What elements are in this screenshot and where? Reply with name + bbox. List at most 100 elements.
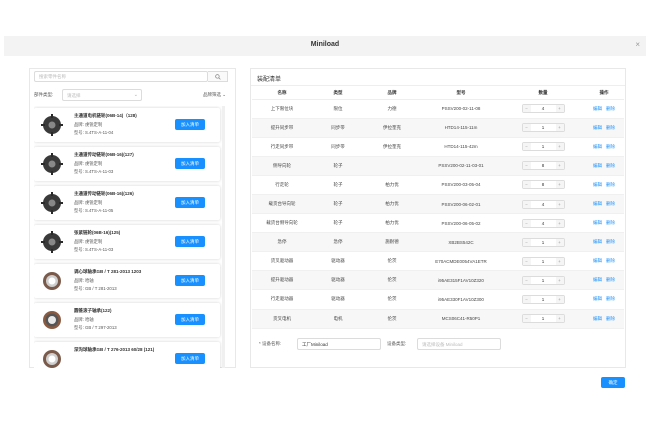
row-model: HTD14-115-11m [420, 118, 502, 138]
edit-link[interactable]: 编辑 [593, 163, 602, 168]
row-actions: 编辑 删除 [584, 156, 624, 176]
minus-icon[interactable]: − [522, 315, 531, 323]
delete-link[interactable]: 删除 [606, 144, 615, 149]
edit-link[interactable]: 编辑 [593, 258, 602, 263]
minus-icon[interactable]: − [522, 124, 531, 132]
edit-link[interactable]: 编辑 [593, 201, 602, 206]
delete-link[interactable]: 删除 [606, 258, 615, 263]
delete-link[interactable]: 删除 [606, 239, 615, 244]
delete-link[interactable]: 删除 [606, 163, 615, 168]
delete-link[interactable]: 删除 [606, 316, 615, 321]
part-type-select[interactable]: 请选择 ⌄ [62, 89, 142, 101]
quantity-stepper[interactable]: − 4 + [521, 218, 565, 228]
modal-title: Miniload [310, 41, 340, 48]
minus-icon[interactable]: − [522, 238, 531, 246]
quantity-stepper[interactable]: − 8 + [521, 180, 565, 190]
quantity-stepper[interactable]: − 4 + [521, 199, 565, 209]
quantity-stepper[interactable]: − 1 + [521, 294, 565, 304]
plus-icon[interactable]: + [555, 238, 564, 246]
part-card: 主通道传动链轮(06B-16)(127) 品牌: 虔锐定制 型号: S.4TS-… [34, 147, 220, 181]
row-model: XB2BS542C [420, 232, 502, 253]
device-name-label: * 设备名称: [259, 341, 282, 346]
add-to-list-button[interactable]: 加入清单 [175, 275, 205, 286]
minus-icon[interactable]: − [522, 219, 531, 227]
plus-icon[interactable]: + [555, 315, 564, 323]
edit-link[interactable]: 编辑 [593, 125, 602, 130]
quantity-stepper[interactable]: − 1 + [521, 275, 565, 285]
row-type: 驱动器 [312, 251, 364, 272]
add-to-list-button[interactable]: 加入清单 [175, 158, 205, 169]
quantity-stepper[interactable]: − 1 + [521, 314, 565, 324]
add-to-list-button[interactable]: 加入清单 [175, 236, 205, 247]
row-brand: 伦茨 [364, 251, 420, 272]
plus-icon[interactable]: + [555, 105, 564, 113]
plus-icon[interactable]: + [555, 257, 564, 265]
plus-icon[interactable]: + [555, 295, 564, 303]
edit-link[interactable]: 编辑 [593, 296, 602, 301]
device-type-select[interactable]: 请选择设备 Miniload [417, 338, 501, 350]
device-name-input[interactable]: 工厂Miniload [297, 338, 381, 350]
row-brand: 力德 [364, 99, 420, 119]
search-input[interactable]: 搜索零件名称 [34, 71, 208, 82]
delete-link[interactable]: 删除 [606, 220, 615, 225]
plus-icon[interactable]: + [555, 143, 564, 151]
delete-link[interactable]: 删除 [606, 296, 615, 301]
quantity-stepper[interactable]: − 1 + [521, 142, 565, 152]
search-button[interactable] [208, 71, 228, 82]
edit-link[interactable]: 编辑 [593, 144, 602, 149]
edit-link[interactable]: 编辑 [593, 239, 602, 244]
plus-icon[interactable]: + [555, 200, 564, 208]
quantity-stepper[interactable]: − 1 + [521, 123, 565, 133]
add-to-list-button[interactable]: 加入清单 [175, 197, 205, 208]
row-brand: 伦茨 [364, 270, 420, 291]
filter-label: 部件类型: [34, 92, 54, 97]
add-to-list-button[interactable]: 加入清单 [175, 353, 205, 364]
minus-icon[interactable]: − [522, 200, 531, 208]
device-form: * 设备名称: 工厂Miniload 设备类型: 请选择设备 Miniload [259, 338, 619, 350]
part-model: 型号: GB / T 297-2013 [74, 325, 117, 330]
edit-link[interactable]: 编辑 [593, 316, 602, 321]
part-brand: 品牌: 哈轴 [74, 278, 94, 283]
plus-icon[interactable]: + [555, 162, 564, 170]
chevron-down-icon: ⌄ [133, 92, 138, 98]
delete-link[interactable]: 删除 [606, 106, 615, 111]
quantity-stepper[interactable]: − 8 + [521, 161, 565, 171]
brand-filter[interactable]: 品牌筛选 ⌄ [203, 92, 226, 98]
quantity-stepper[interactable]: − 4 + [521, 104, 565, 114]
scrollbar[interactable] [222, 106, 225, 368]
quantity-stepper[interactable]: − 1 + [521, 237, 565, 247]
close-icon[interactable]: × [635, 40, 640, 49]
part-name: 张紧链轮(06B-16)(125) [74, 230, 121, 235]
add-to-list-button[interactable]: 加入清单 [175, 314, 205, 325]
row-actions: 编辑 删除 [584, 289, 624, 310]
row-qty: − 4 + [502, 194, 584, 215]
delete-link[interactable]: 删除 [606, 182, 615, 187]
plus-icon[interactable]: + [555, 219, 564, 227]
row-type: 同步带 [312, 137, 364, 157]
edit-link[interactable]: 编辑 [593, 277, 602, 282]
edit-link[interactable]: 编辑 [593, 182, 602, 187]
plus-icon[interactable]: + [555, 124, 564, 132]
quantity-value: 8 [541, 182, 545, 188]
quantity-stepper[interactable]: − 1 + [521, 256, 565, 266]
minus-icon[interactable]: − [522, 295, 531, 303]
minus-icon[interactable]: − [522, 105, 531, 113]
confirm-button[interactable]: 确定 [601, 377, 625, 388]
row-type: 轮子 [312, 156, 364, 176]
table-row: 货叉电机 电机 伦茨 MCS06C41-R50P1 − 1 + 编辑 删除 [252, 309, 624, 329]
minus-icon[interactable]: − [522, 257, 531, 265]
row-model: PSSV200-06-05-02 [420, 213, 502, 234]
row-actions: 编辑 删除 [584, 118, 624, 138]
delete-link[interactable]: 删除 [606, 201, 615, 206]
add-to-list-button[interactable]: 加入清单 [175, 119, 205, 130]
plus-icon[interactable]: + [555, 181, 564, 189]
minus-icon[interactable]: − [522, 162, 531, 170]
edit-link[interactable]: 编辑 [593, 106, 602, 111]
delete-link[interactable]: 删除 [606, 125, 615, 130]
minus-icon[interactable]: − [522, 276, 531, 284]
delete-link[interactable]: 删除 [606, 277, 615, 282]
edit-link[interactable]: 编辑 [593, 220, 602, 225]
minus-icon[interactable]: − [522, 143, 531, 151]
minus-icon[interactable]: − [522, 181, 531, 189]
plus-icon[interactable]: + [555, 276, 564, 284]
